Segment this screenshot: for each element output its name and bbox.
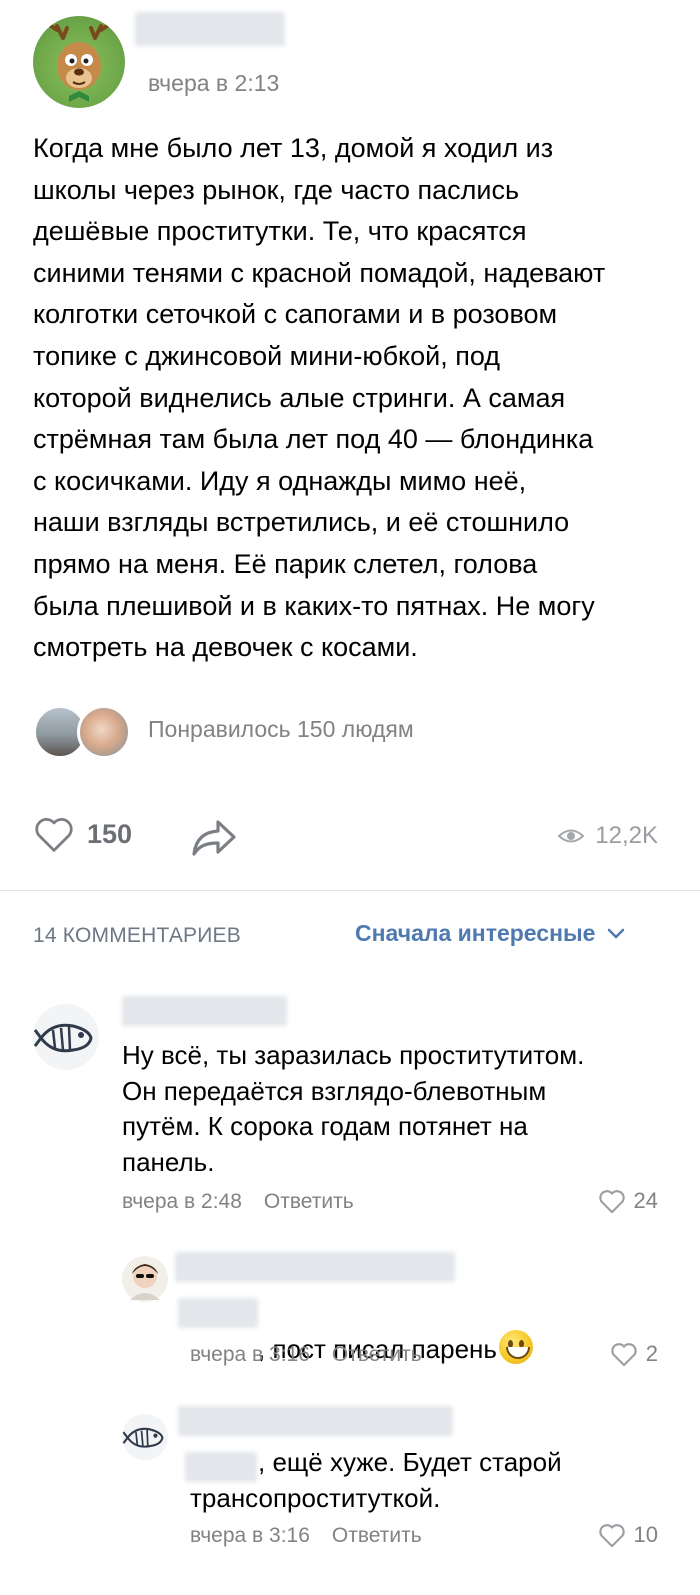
eye-icon [557, 829, 585, 843]
comment-time: вчера в 2:48 [122, 1190, 242, 1213]
heart-outline-icon [611, 1343, 637, 1367]
comment-time: вчера в 3:16 [190, 1343, 310, 1366]
views-counter: 12,2K [557, 822, 658, 850]
commenter-name-redacted[interactable] [122, 996, 287, 1026]
commenter-avatar[interactable] [122, 1256, 168, 1302]
divider [0, 890, 700, 891]
comment-like-count: 10 [633, 1522, 658, 1547]
post-text: Когда мне было лет 13, домой я ходил из … [33, 133, 606, 663]
like-count: 150 [87, 818, 133, 849]
comments-count: 14 КОММЕНТАРИЕВ [33, 924, 241, 947]
sort-comments-button[interactable]: Сначала интересные [355, 920, 625, 947]
comment-like-button[interactable]: 24 [598, 1188, 658, 1214]
comment-like-button[interactable]: 10 [598, 1522, 658, 1548]
comment-meta: вчера в 2:48 Ответить [122, 1190, 354, 1214]
commenter-name-redacted[interactable] [175, 1252, 455, 1282]
share-button[interactable] [190, 818, 238, 863]
reply-to-name-redacted[interactable] [178, 1298, 258, 1328]
liker-avatar[interactable] [77, 705, 131, 759]
author-avatar[interactable] [33, 16, 125, 108]
comment-text: Ну всё, ты заразилась проститутитом. Он … [122, 1040, 585, 1177]
fish-skeleton-avatar-icon [33, 1023, 93, 1053]
comment-text: , ещё хуже. Будет старой трансопроститут… [190, 1447, 562, 1513]
comment-meta: вчера в 3:16 Ответить [190, 1343, 422, 1367]
comment-time: вчера в 3:16 [190, 1524, 310, 1547]
views-count: 12,2K [595, 822, 658, 849]
commenter-avatar[interactable] [33, 1004, 99, 1070]
sort-label: Сначала интересные [355, 920, 596, 946]
comment-meta: вчера в 3:16 Ответить [190, 1524, 422, 1548]
author-name-redacted[interactable] [135, 12, 285, 46]
reply-button[interactable]: Ответить [332, 1524, 422, 1548]
chevron-down-icon [608, 928, 625, 939]
like-button[interactable]: 150 [33, 815, 132, 853]
grin-emoji-icon [498, 1329, 533, 1364]
liked-by-text[interactable]: Понравилось 150 людям [148, 716, 414, 743]
comment-like-count: 2 [645, 1341, 658, 1366]
heart-outline-icon [598, 1524, 625, 1548]
heart-outline-icon [598, 1190, 625, 1214]
deer-avatar-icon [49, 24, 109, 102]
person-avatar-icon [130, 1264, 160, 1300]
commenter-name-redacted[interactable] [178, 1406, 453, 1436]
fish-skeleton-avatar-icon [122, 1427, 164, 1448]
reply-button[interactable]: Ответить [332, 1343, 422, 1367]
comment-like-button[interactable]: 2 [610, 1341, 658, 1367]
post-time: вчера в 2:13 [148, 70, 280, 96]
reply-button[interactable]: Ответить [264, 1190, 354, 1214]
comment-like-count: 24 [633, 1188, 658, 1213]
heart-outline-icon [35, 818, 73, 852]
share-arrow-icon [192, 820, 236, 856]
commenter-avatar[interactable] [122, 1414, 168, 1460]
